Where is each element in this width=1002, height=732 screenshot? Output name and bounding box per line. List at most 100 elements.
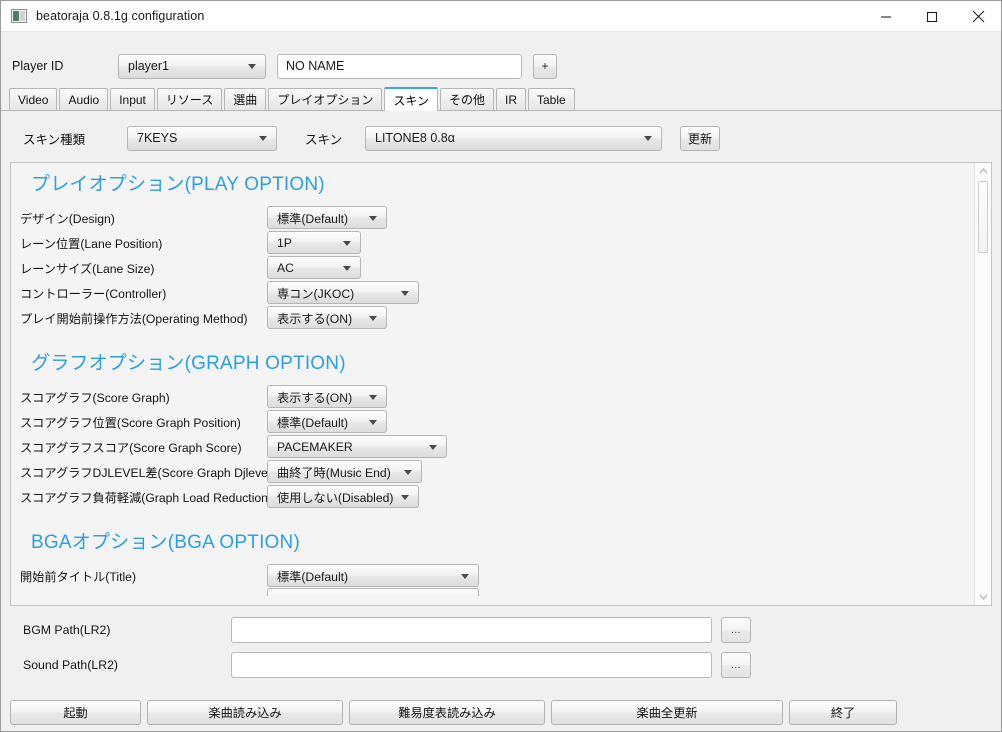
skin-type-label: スキン種類 <box>23 132 86 147</box>
player-id-select[interactable]: player1 <box>118 53 266 79</box>
option-label-lane-size: レーンサイズ(Lane Size) <box>20 261 155 276</box>
bgm-path-label: BGM Path(LR2) <box>23 623 111 637</box>
option-row-title: 開始前タイトル(Title) 標準(Default) <box>11 563 973 588</box>
option-row-score-graph-position: スコアグラフ位置(Score Graph Position) 標準(Defaul… <box>11 409 973 434</box>
sound-path-input[interactable] <box>231 652 712 678</box>
chevron-down-icon <box>429 444 437 450</box>
skin-select[interactable]: LITONE8 0.8α <box>365 125 662 151</box>
option-value-graph-load-reduction: 使用しない(Disabled) <box>277 490 394 505</box>
load-songs-button[interactable]: 楽曲読み込み <box>147 699 343 725</box>
section-title-graph-option: グラフオプション(GRAPH OPTION) <box>31 353 346 374</box>
option-select-score-graph[interactable]: 表示する(ON) <box>267 385 387 408</box>
window-controls <box>863 1 1001 32</box>
settings-scroll-panel: プレイオプション(PLAY OPTION) デザイン(Design) 標準(De… <box>10 162 992 606</box>
close-icon[interactable] <box>955 1 1001 32</box>
tab-others[interactable]: その他 <box>439 88 494 110</box>
chevron-down-icon <box>369 394 377 400</box>
settings-content: プレイオプション(PLAY OPTION) デザイン(Design) 標準(De… <box>11 163 973 605</box>
option-row-design: デザイン(Design) 標準(Default) <box>11 205 973 230</box>
player-id-label: Player ID <box>12 59 64 73</box>
add-player-button[interactable]: + <box>533 53 557 79</box>
option-select-score-graph-position[interactable]: 標準(Default) <box>267 410 387 433</box>
window-title: beatoraja 0.8.1g configuration <box>36 9 205 23</box>
option-row-graph-load-reduction: スコアグラフ負荷軽減(Graph Load Reduction) 使用しない(D… <box>11 484 973 509</box>
scroll-down-button[interactable] <box>975 589 991 605</box>
sound-path-browse-button[interactable]: ... <box>721 652 751 678</box>
vertical-scrollbar[interactable] <box>974 163 991 605</box>
option-label-design: デザイン(Design) <box>20 211 115 226</box>
bgm-path-browse-button[interactable]: ... <box>721 617 751 643</box>
maximize-icon[interactable] <box>909 1 955 32</box>
option-value-score-graph-score: PACEMAKER <box>277 439 353 454</box>
skin-type-select[interactable]: 7KEYS <box>127 125 277 151</box>
option-value-title: 標準(Default) <box>277 569 349 584</box>
scroll-up-button[interactable] <box>975 163 991 179</box>
tab-play-option[interactable]: プレイオプション <box>268 88 383 110</box>
chevron-down-icon <box>369 215 377 221</box>
option-select-lane-position[interactable]: 1P <box>267 231 361 254</box>
skin-selector-row: スキン種類 7KEYS スキン LITONE8 0.8α 更新 <box>1 125 1001 151</box>
option-label-title: 開始前タイトル(Title) <box>20 569 137 584</box>
chevron-down-icon <box>401 494 409 500</box>
section-title-play-option: プレイオプション(PLAY OPTION) <box>31 174 325 195</box>
option-select-graph-load-reduction[interactable]: 使用しない(Disabled) <box>267 485 419 508</box>
option-select-design[interactable]: 標準(Default) <box>267 206 387 229</box>
tab-ir[interactable]: IR <box>495 88 526 110</box>
chevron-down-icon <box>259 136 267 141</box>
option-select-controller[interactable]: 専コン(JKOC) <box>267 281 419 304</box>
path-row-bgm: BGM Path(LR2) ... <box>1 615 1001 645</box>
option-row-score-graph-djlevel: スコアグラフDJLEVEL差(Score Graph Djlevel) 曲終了時… <box>11 459 973 484</box>
tab-audio[interactable]: Audio <box>59 88 109 110</box>
option-value-score-graph-position: 標準(Default) <box>277 415 349 430</box>
load-tables-button[interactable]: 難易度表読み込み <box>349 699 545 725</box>
chevron-down-icon <box>343 240 351 246</box>
option-label-score-graph-score: スコアグラフスコア(Score Graph Score) <box>20 440 242 455</box>
option-value-score-graph-djlevel: 曲終了時(Music End) <box>277 465 391 480</box>
option-row-lane-size: レーンサイズ(Lane Size) AC <box>11 255 973 280</box>
option-select-score-graph-score[interactable]: PACEMAKER <box>267 435 447 458</box>
paths-section: BGM Path(LR2) ... Sound Path(LR2) ... <box>1 615 1001 680</box>
skin-type-value: 7KEYS <box>137 131 178 145</box>
bgm-path-input[interactable] <box>231 617 712 643</box>
tab-table[interactable]: Table <box>527 88 575 110</box>
player-id-value: player1 <box>128 59 169 73</box>
chevron-down-icon <box>644 136 652 141</box>
exit-button[interactable]: 終了 <box>789 699 897 725</box>
sound-path-label: Sound Path(LR2) <box>23 658 119 672</box>
path-row-sound: Sound Path(LR2) ... <box>1 650 1001 680</box>
tab-input[interactable]: Input <box>110 88 155 110</box>
option-select-operating-method[interactable]: 表示する(ON) <box>267 306 387 329</box>
option-select-score-graph-djlevel[interactable]: 曲終了時(Music End) <box>267 460 422 483</box>
tab-skin[interactable]: スキン <box>384 87 438 111</box>
chevron-down-icon <box>369 315 377 321</box>
tab-resource[interactable]: リソース <box>156 88 223 110</box>
option-select-clipped[interactable] <box>267 588 479 596</box>
skin-value: LITONE8 0.8α <box>375 131 455 145</box>
chevron-down-icon <box>404 469 412 475</box>
option-value-design: 標準(Default) <box>277 211 349 226</box>
skin-label: スキン <box>305 132 343 147</box>
player-name-input[interactable]: NO NAME <box>277 53 522 79</box>
option-label-graph-load-reduction: スコアグラフ負荷軽減(Graph Load Reduction) <box>20 490 273 505</box>
refresh-all-button[interactable]: 楽曲全更新 <box>551 699 783 725</box>
section-title-bga-option: BGAオプション(BGA OPTION) <box>31 532 300 553</box>
option-label-operating-method: プレイ開始前操作方法(Operating Method) <box>20 311 248 326</box>
configuration-window: beatoraja 0.8.1g configuration Player ID… <box>0 0 1002 732</box>
option-value-lane-position: 1P <box>277 235 292 250</box>
option-value-operating-method: 表示する(ON) <box>277 311 353 326</box>
scrollbar-thumb[interactable] <box>978 181 988 253</box>
tab-music-select[interactable]: 選曲 <box>224 88 267 110</box>
chevron-down-icon <box>369 419 377 425</box>
tab-video[interactable]: Video <box>9 88 58 110</box>
chevron-down-icon <box>461 573 469 579</box>
option-label-score-graph-djlevel: スコアグラフDJLEVEL差(Score Graph Djlevel) <box>20 465 275 480</box>
start-button[interactable]: 起動 <box>10 699 141 725</box>
option-row-score-graph: スコアグラフ(Score Graph) 表示する(ON) <box>11 384 973 409</box>
update-button[interactable]: 更新 <box>680 125 720 151</box>
option-row-operating-method: プレイ開始前操作方法(Operating Method) 表示する(ON) <box>11 305 973 330</box>
option-value-lane-size: AC <box>277 260 294 275</box>
minimize-icon[interactable] <box>863 1 909 32</box>
option-select-title[interactable]: 標準(Default) <box>267 564 479 587</box>
tab-bar: Video Audio Input リソース 選曲 プレイオプション スキン そ… <box>1 87 1001 111</box>
option-select-lane-size[interactable]: AC <box>267 256 361 279</box>
